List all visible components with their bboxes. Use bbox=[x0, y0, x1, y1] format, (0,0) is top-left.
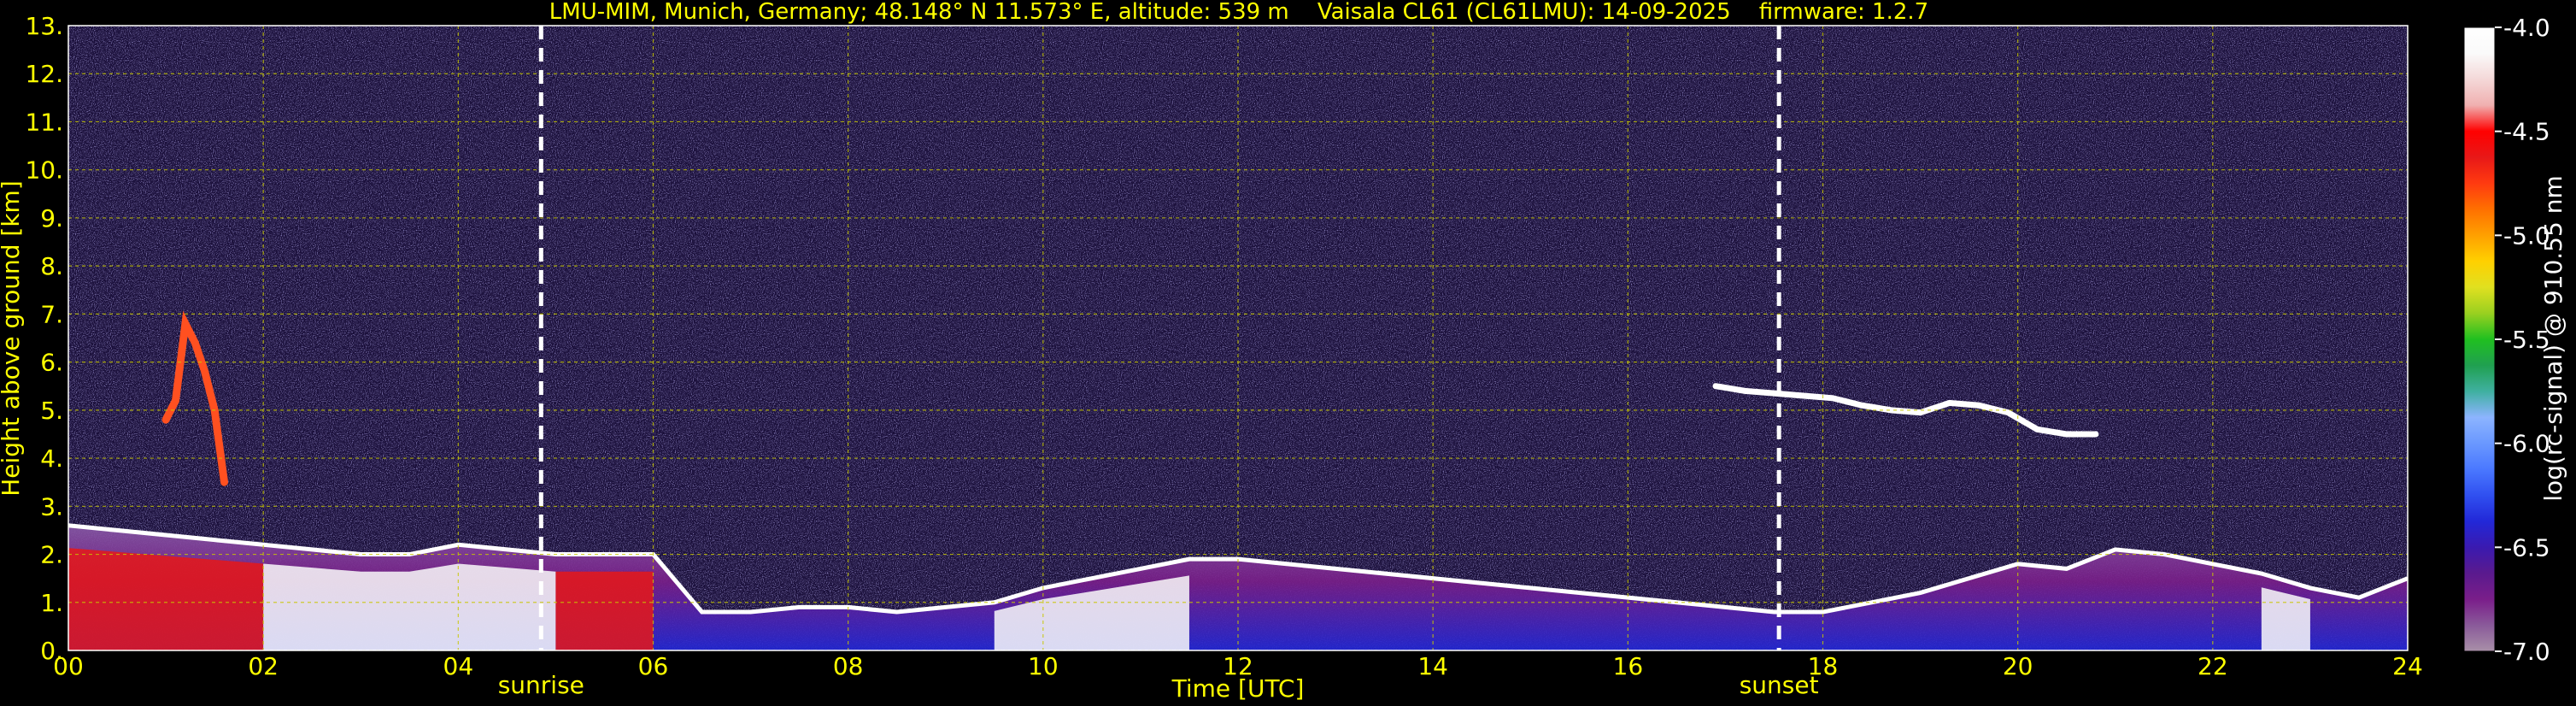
x-axis-label: Time [UTC] bbox=[1171, 674, 1305, 703]
x-tick-label: 04 bbox=[443, 652, 474, 680]
colorbar-tick-label: -6.5 bbox=[2503, 533, 2550, 562]
y-tick-label: 7. bbox=[40, 300, 63, 328]
x-tick-label: 06 bbox=[638, 652, 669, 680]
y-tick-label: 13. bbox=[25, 12, 63, 40]
y-tick-label: 4. bbox=[40, 444, 63, 473]
high-backscatter-patch bbox=[263, 563, 556, 650]
y-axis-label: Height above ground [km] bbox=[0, 180, 25, 497]
x-tick-label: 22 bbox=[2198, 652, 2228, 680]
y-tick-label: 3. bbox=[40, 492, 63, 521]
x-tick-label: 08 bbox=[833, 652, 864, 680]
x-tick-label: 16 bbox=[1613, 652, 1644, 680]
y-tick-label: 12. bbox=[25, 60, 63, 88]
y-tick-label: 10. bbox=[25, 156, 63, 185]
y-tick-label: 1. bbox=[40, 589, 63, 617]
high-backscatter-patch bbox=[68, 548, 264, 650]
colorbar bbox=[2463, 26, 2496, 652]
y-tick-label: 9. bbox=[40, 204, 63, 232]
x-tick-label: 24 bbox=[2392, 652, 2423, 680]
chart-title: LMU-MIM, Munich, Germany; 48.148° N 11.5… bbox=[549, 0, 1928, 25]
y-tick-labels: 0. 1. 2. 3. 4. 5. 6. 7. 8. 9. 10. 11. 12. 13. bbox=[25, 12, 63, 665]
x-tick-label: 20 bbox=[2003, 652, 2033, 680]
x-tick-label: 14 bbox=[1417, 652, 1448, 680]
event-label-sunset: sunset bbox=[1740, 671, 1819, 699]
y-tick-label: 2. bbox=[40, 541, 63, 569]
x-tick-label: 10 bbox=[1028, 652, 1059, 680]
event-label-sunrise: sunrise bbox=[498, 671, 584, 699]
y-tick-label: 0. bbox=[40, 637, 63, 665]
colorbar-tick-label: -4.5 bbox=[2503, 118, 2550, 146]
ceilometer-chart: LMU-MIM, Munich, Germany; 48.148° N 11.5… bbox=[0, 0, 2567, 703]
y-tick-label: 11. bbox=[25, 108, 63, 136]
colorbar-label: log(rc-signal) @ 910.55 nm bbox=[2539, 175, 2567, 501]
colorbar-tick-label: -7.0 bbox=[2503, 638, 2550, 666]
y-tick-label: 5. bbox=[40, 397, 63, 425]
x-tick-label: 02 bbox=[248, 652, 279, 680]
y-tick-label: 8. bbox=[40, 252, 63, 280]
high-backscatter-patch bbox=[555, 571, 654, 650]
y-tick-label: 6. bbox=[40, 349, 63, 377]
colorbar-tick-label: -4.0 bbox=[2503, 14, 2550, 42]
